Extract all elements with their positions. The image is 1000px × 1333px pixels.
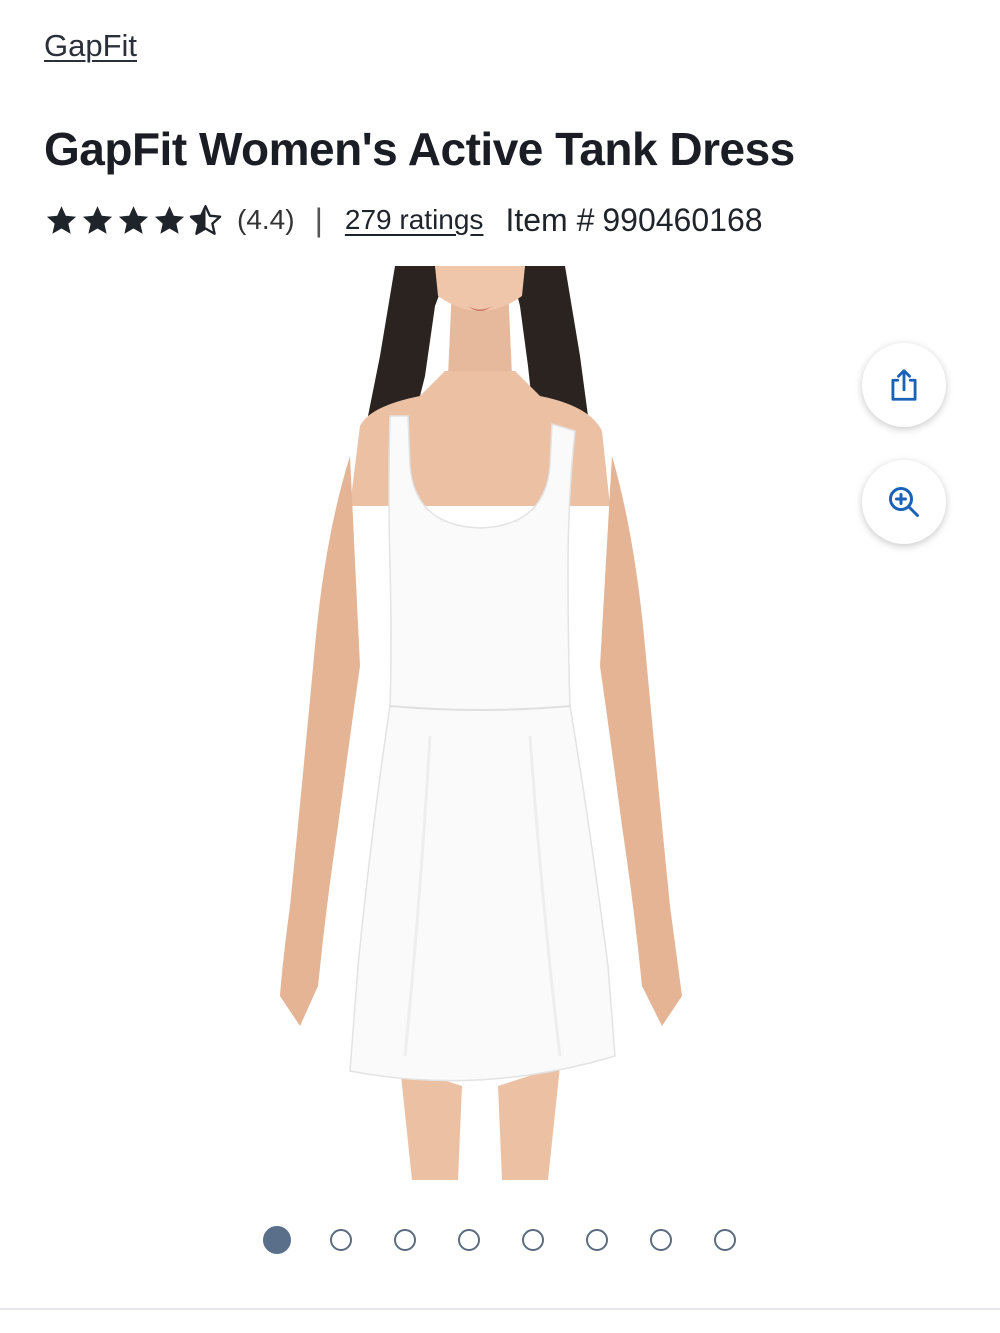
- carousel-dot[interactable]: [586, 1229, 608, 1251]
- ratings-count-link[interactable]: 279 ratings: [345, 204, 484, 236]
- share-button[interactable]: [862, 343, 946, 427]
- carousel-dot[interactable]: [458, 1229, 480, 1251]
- carousel-dot[interactable]: [394, 1229, 416, 1251]
- carousel-dot[interactable]: [714, 1229, 736, 1251]
- rating-separator: |: [314, 201, 323, 238]
- zoom-in-icon: [889, 487, 919, 517]
- product-image-carousel[interactable]: [0, 266, 1000, 1180]
- item-number-value: 990460168: [602, 201, 763, 238]
- zoom-button[interactable]: [862, 460, 946, 544]
- star-icon: [154, 205, 185, 234]
- product-title: GapFit Women's Active Tank Dress: [44, 123, 795, 175]
- item-number-label: Item #: [505, 201, 595, 238]
- rating-row: (4.4) | 279 ratings Item # 990460168: [44, 198, 763, 242]
- share-icon: [891, 369, 917, 401]
- section-divider: [0, 1308, 1000, 1310]
- star-icon: [46, 205, 77, 234]
- carousel-dot[interactable]: [650, 1229, 672, 1251]
- carousel-dots: [0, 1226, 1000, 1257]
- carousel-dot[interactable]: [522, 1229, 544, 1251]
- carousel-dot[interactable]: [330, 1229, 352, 1251]
- star-icon: [82, 205, 113, 234]
- star-icon: [118, 205, 149, 234]
- rating-value: (4.4): [237, 204, 295, 235]
- brand-link[interactable]: GapFit: [44, 28, 137, 64]
- rating-stars[interactable]: [44, 203, 223, 238]
- half-star-icon: [189, 204, 222, 235]
- carousel-dot[interactable]: [263, 1226, 291, 1254]
- product-image: [280, 266, 682, 1180]
